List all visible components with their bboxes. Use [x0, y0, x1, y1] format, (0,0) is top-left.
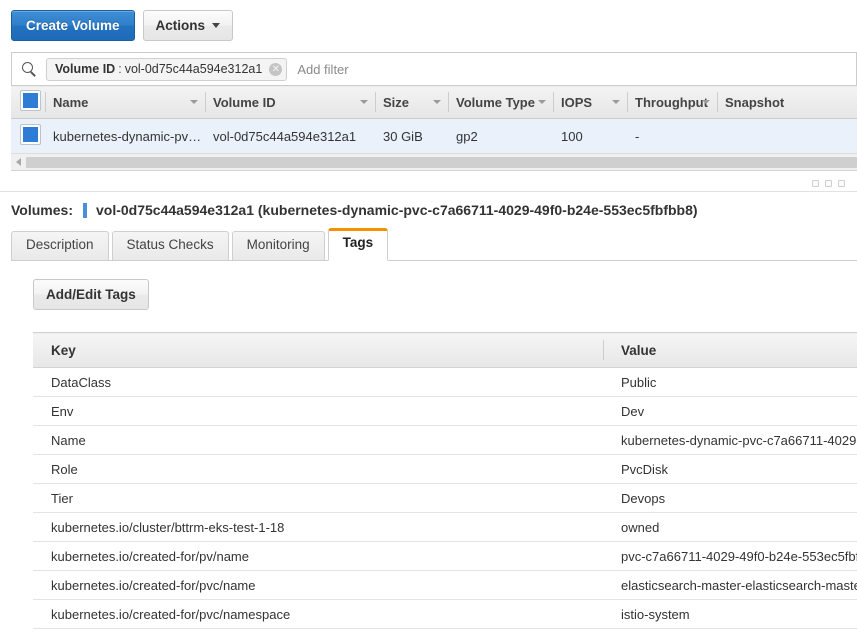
select-all-checkbox[interactable] — [20, 90, 41, 111]
table-row[interactable]: Tier Devops — [33, 483, 857, 513]
row-checkbox[interactable] — [20, 124, 41, 145]
table-row[interactable]: kubernetes-dynamic-pv… vol-0d75c44a594e3… — [11, 118, 857, 154]
table-row[interactable]: kubernetes.io/created-for/pvc/name elast… — [33, 570, 857, 600]
tab-monitoring[interactable]: Monitoring — [231, 231, 325, 261]
ec2-volumes-console: Create Volume Actions Volume ID : vol-0d… — [0, 0, 857, 637]
filter-token-volume-id[interactable]: Volume ID : vol-0d75c44a594e312a1 ✕ — [46, 57, 288, 81]
select-all-header — [11, 85, 45, 119]
tags-table: Key Value DataClass Public Env Dev Name … — [33, 332, 857, 629]
resize-grip-icon[interactable] — [812, 180, 845, 187]
table-row[interactable]: Role PvcDisk — [33, 454, 857, 484]
tag-key: Role — [33, 454, 603, 484]
tag-value: Devops — [603, 483, 857, 513]
chevron-down-icon[interactable] — [612, 100, 620, 104]
tag-key: Env — [33, 396, 603, 426]
cell-throughput: - — [627, 118, 717, 154]
close-icon[interactable]: ✕ — [269, 62, 283, 76]
filter-token-separator: : — [118, 62, 122, 76]
detail-volume-title: vol-0d75c44a594e312a1 (kubernetes-dynami… — [95, 202, 698, 218]
column-header-snapshot[interactable]: Snapshot — [717, 85, 857, 119]
column-label: Volume Type — [456, 94, 535, 110]
cell-iops: 100 — [553, 118, 627, 154]
chevron-down-icon[interactable] — [702, 100, 710, 104]
row-select-cell — [11, 118, 45, 154]
tag-value: elasticsearch-master-elasticsearch-maste… — [603, 570, 857, 600]
tag-key: kubernetes.io/created-for/pvc/namespace — [33, 599, 603, 629]
tag-value: PvcDisk — [603, 454, 857, 484]
selection-indicator — [82, 202, 87, 218]
tag-key: kubernetes.io/created-for/pvc/name — [33, 570, 603, 600]
tab-status-checks[interactable]: Status Checks — [111, 231, 229, 261]
tag-value: Public — [603, 367, 857, 397]
table-row[interactable]: kubernetes.io/created-for/pvc/namespace … — [33, 599, 857, 629]
panel-splitter[interactable] — [0, 171, 857, 192]
tag-key: Tier — [33, 483, 603, 513]
tags-table-body: DataClass Public Env Dev Name kubernetes… — [33, 367, 857, 629]
column-header-size[interactable]: Size — [375, 85, 448, 119]
volumes-table-header-row: Name Volume ID Size Volume Type IOPS Thr… — [11, 85, 857, 119]
add-edit-tags-button[interactable]: Add/Edit Tags — [33, 279, 149, 310]
chevron-down-icon — [212, 23, 221, 28]
actions-button[interactable]: Actions — [142, 10, 234, 41]
search-icon — [21, 61, 38, 78]
cell-name: kubernetes-dynamic-pv… — [45, 118, 205, 154]
chevron-down-icon[interactable] — [538, 100, 546, 104]
tag-key: DataClass — [33, 367, 603, 397]
detail-panel-label: Volumes: — [11, 202, 73, 218]
scrollbar-thumb[interactable] — [26, 156, 857, 168]
cell-volume-id: vol-0d75c44a594e312a1 — [205, 118, 375, 154]
tags-table-header-row: Key Value — [33, 332, 857, 368]
column-header-volume-id[interactable]: Volume ID — [205, 85, 375, 119]
cell-snapshot — [717, 118, 857, 154]
column-header-iops[interactable]: IOPS — [553, 85, 627, 119]
detail-tabs: Description Status Checks Monitoring Tag… — [11, 228, 857, 261]
chevron-down-icon[interactable] — [190, 100, 198, 104]
tag-key: kubernetes.io/cluster/bttrm-eks-test-1-1… — [33, 512, 603, 542]
column-label: Volume ID — [213, 94, 276, 110]
horizontal-scrollbar[interactable] — [11, 154, 857, 171]
table-row[interactable]: Env Dev — [33, 396, 857, 426]
tag-value: pvc-c7a66711-4029-49f0-b24e-553ec5fbfbb8 — [603, 541, 857, 571]
tab-tags[interactable]: Tags — [327, 228, 389, 261]
tag-value: istio-system — [603, 599, 857, 629]
filter-token-value: vol-0d75c44a594e312a1 — [124, 62, 263, 76]
create-volume-button[interactable]: Create Volume — [11, 10, 135, 41]
column-header-volume-type[interactable]: Volume Type — [448, 85, 553, 119]
cell-volume-type: gp2 — [448, 118, 553, 154]
chevron-down-icon[interactable] — [433, 100, 441, 104]
add-filter-input[interactable]: Add filter — [297, 62, 348, 77]
column-label: IOPS — [561, 94, 593, 110]
tag-key: Name — [33, 425, 603, 455]
filter-token-key: Volume ID — [55, 62, 116, 76]
chevron-down-icon[interactable] — [360, 100, 368, 104]
column-label: Name — [53, 94, 89, 110]
tag-value: owned — [603, 512, 857, 542]
table-row[interactable]: kubernetes.io/cluster/bttrm-eks-test-1-1… — [33, 512, 857, 542]
filter-bar[interactable]: Volume ID : vol-0d75c44a594e312a1 ✕ Add … — [11, 52, 857, 85]
tags-panel: Add/Edit Tags Key Value DataClass Public — [0, 261, 857, 629]
detail-panel-header: Volumes: vol-0d75c44a594e312a1 (kubernet… — [0, 192, 857, 228]
cell-size: 30 GiB — [375, 118, 448, 154]
tag-value: kubernetes-dynamic-pvc-c7a66711-4029-49f… — [603, 425, 857, 455]
actions-label: Actions — [155, 18, 206, 33]
page-toolbar: Create Volume Actions — [0, 0, 857, 52]
column-label: Throughput — [635, 94, 708, 110]
column-header-throughput[interactable]: Throughput — [627, 85, 717, 119]
tags-column-header-key: Key — [33, 332, 603, 368]
tab-description[interactable]: Description — [11, 231, 109, 261]
tags-actions: Add/Edit Tags — [0, 279, 857, 310]
column-label: Snapshot — [725, 94, 785, 110]
table-row[interactable]: Name kubernetes-dynamic-pvc-c7a66711-402… — [33, 425, 857, 455]
volumes-table: Name Volume ID Size Volume Type IOPS Thr… — [11, 85, 857, 154]
table-row[interactable]: kubernetes.io/created-for/pv/name pvc-c7… — [33, 541, 857, 571]
tags-column-header-value: Value — [603, 332, 857, 368]
table-row[interactable]: DataClass Public — [33, 367, 857, 397]
tag-value: Dev — [603, 396, 857, 426]
column-label: Size — [383, 94, 410, 110]
tag-key: kubernetes.io/created-for/pv/name — [33, 541, 603, 571]
chevron-left-icon[interactable] — [11, 155, 26, 170]
column-header-name[interactable]: Name — [45, 85, 205, 119]
